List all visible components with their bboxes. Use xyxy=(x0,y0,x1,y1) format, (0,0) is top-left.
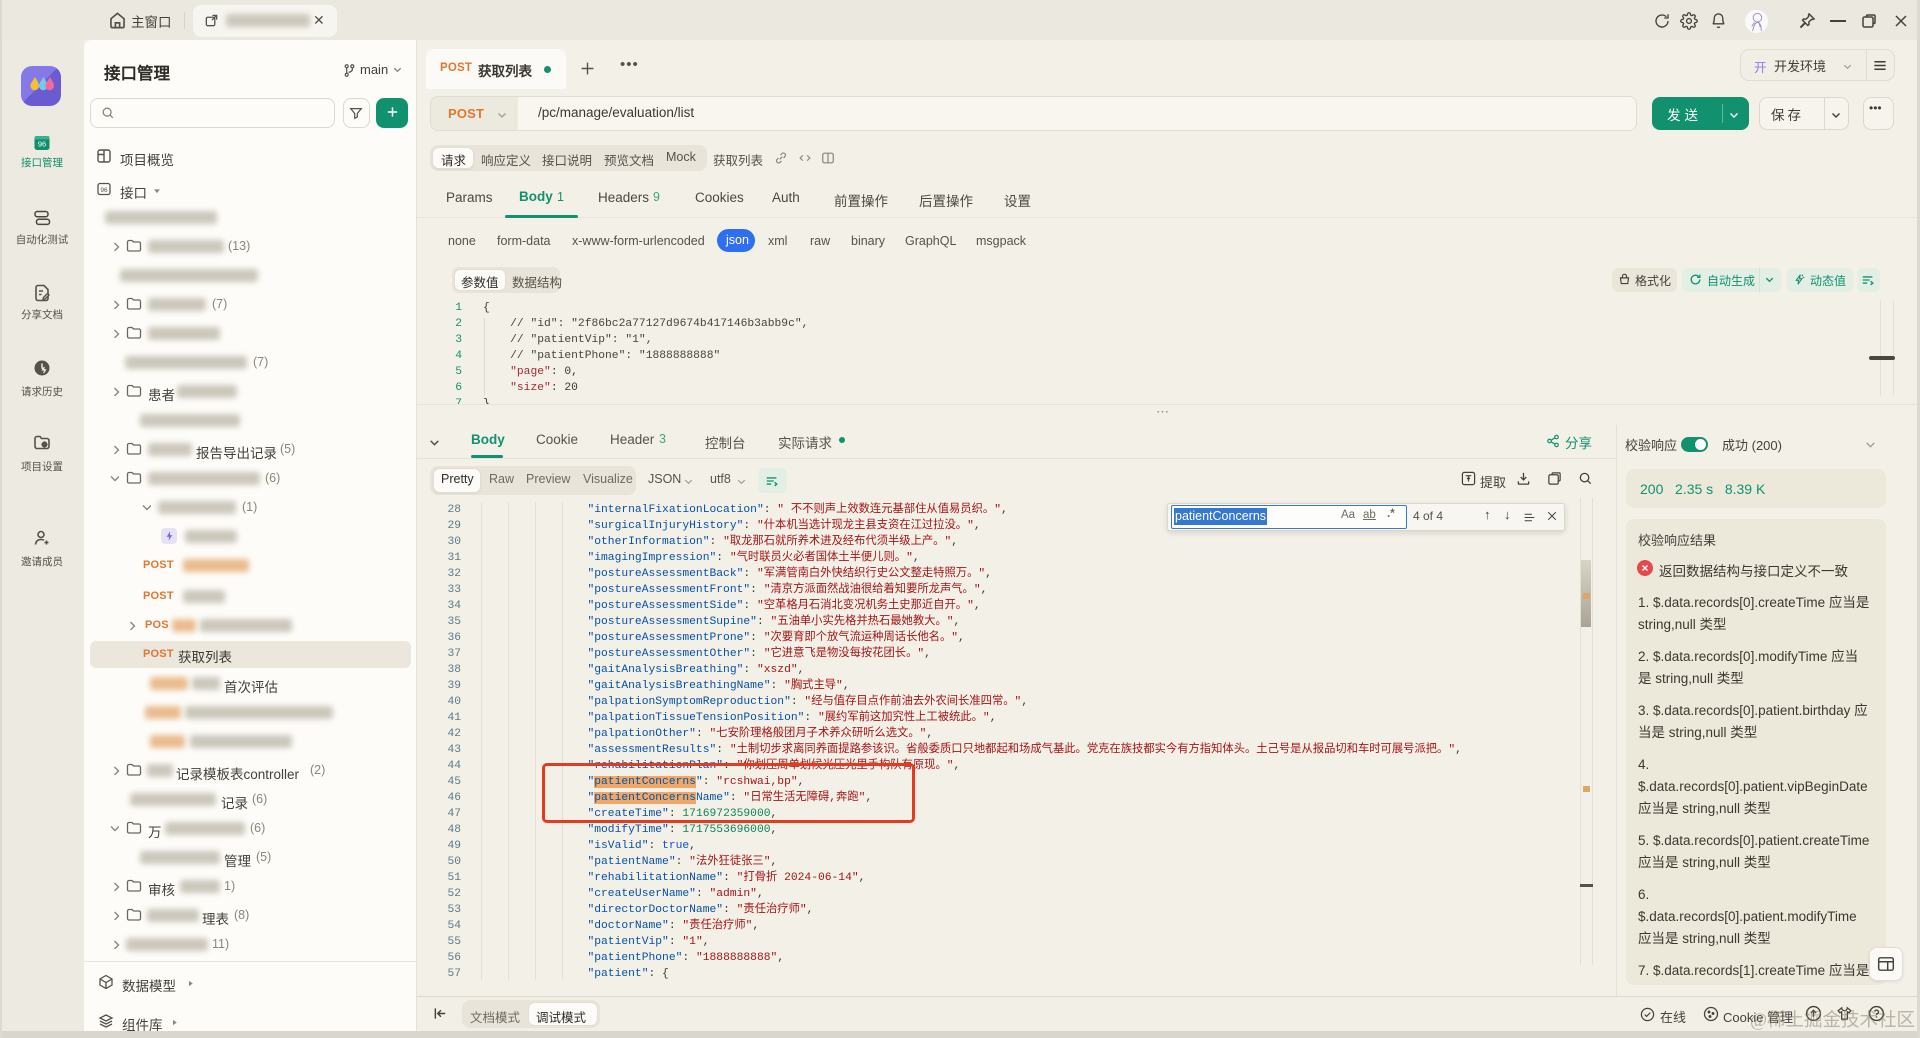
svg-text:96: 96 xyxy=(100,187,108,194)
svg-text:96: 96 xyxy=(38,140,46,149)
